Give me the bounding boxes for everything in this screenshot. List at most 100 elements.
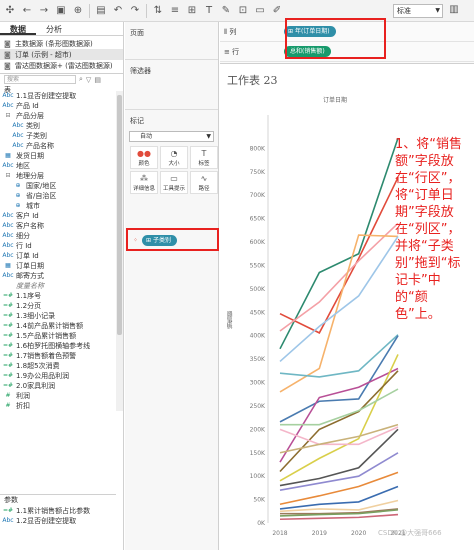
field-label: 1.2分页	[16, 302, 42, 310]
filter-icon[interactable]: ▽	[86, 76, 91, 84]
field-item[interactable]: # 折扣	[0, 401, 116, 411]
field-item[interactable]: ⊟ 产品分层	[0, 111, 116, 121]
size-icon: ◔	[170, 148, 178, 158]
mark-button-label: 工具提示	[162, 185, 185, 192]
field-item[interactable]: Abc 行 Id	[0, 241, 116, 251]
undo-icon[interactable]: ↶	[112, 5, 124, 17]
sort-icon[interactable]: ≡	[169, 5, 181, 17]
y-tick-label: 200K	[250, 426, 266, 433]
field-item[interactable]: Abc 地区	[0, 161, 116, 171]
y-tick-label: 300K	[250, 380, 266, 387]
back-icon[interactable]: ←	[21, 5, 33, 17]
field-label: 客户 Id	[16, 212, 39, 220]
mark-type-select[interactable]: 自动 ▼	[129, 131, 214, 142]
field-label: 订单日期	[16, 262, 44, 270]
series-line-13[interactable]	[279, 428, 399, 487]
series-line-5[interactable]	[279, 334, 399, 378]
datasource-item-selected[interactable]: ◙ 订单 (示例 - 超市)	[0, 49, 123, 60]
redo-icon[interactable]: ↷	[129, 5, 141, 17]
field-item[interactable]: Abc 客户 Id	[0, 211, 116, 221]
field-label: 利润	[16, 392, 30, 400]
field-item[interactable]: Abc 1.1显否创建空提取	[0, 91, 116, 101]
pages-card[interactable]: 页面	[125, 22, 218, 60]
field-item[interactable]: =# 1.9办公用品利润	[0, 371, 116, 381]
field-item[interactable]: 度量名称	[0, 281, 116, 291]
field-item[interactable]: ⊟ 地理分层	[0, 171, 116, 181]
mark-button-tooltip[interactable]: ▭ 工具提示	[160, 171, 188, 194]
field-type-icon: =#	[2, 322, 14, 329]
pen-icon[interactable]: ✐	[271, 5, 283, 17]
parameter-item[interactable]: =# 1.1累计销售额占比参数	[0, 506, 116, 516]
field-item[interactable]: Abc 邮寄方式	[0, 271, 116, 281]
series-line-9[interactable]	[279, 370, 399, 473]
label-icon: T	[201, 148, 207, 158]
datasource-label: 主数据源 (条形图数据源)	[15, 39, 93, 48]
field-item[interactable]: =# 1.1序号	[0, 291, 116, 301]
mark-button-size[interactable]: ◔ 大小	[160, 146, 188, 169]
field-label: 1.4前产品累计销售额	[16, 322, 84, 330]
toolbar-divider	[89, 3, 90, 18]
show-me-icon[interactable]: ▥	[448, 4, 460, 16]
mark-button-color[interactable]: ●● 颜色	[130, 146, 158, 169]
group-icon[interactable]: ⊞	[186, 5, 198, 17]
tab-data[interactable]: 数据	[0, 22, 36, 35]
field-item[interactable]: =# 2.0家具利润	[0, 381, 116, 391]
field-item[interactable]: ⊕ 省/自治区	[0, 191, 116, 201]
field-label: 折扣	[16, 402, 30, 410]
new-sheet-icon[interactable]: ▤	[95, 5, 107, 17]
tableau-logo-icon[interactable]: ✣	[4, 5, 16, 17]
field-item[interactable]: ▦ 发货日期	[0, 151, 116, 161]
field-item[interactable]: Abc 类别	[0, 121, 116, 131]
field-item[interactable]: =# 1.3细小记录	[0, 311, 116, 321]
field-item[interactable]: Abc 客户名称	[0, 221, 116, 231]
field-label: 类别	[26, 122, 40, 130]
field-item[interactable]: ⊕ 城市	[0, 201, 116, 211]
mark-button-detail[interactable]: ⁂ 详细信息	[130, 171, 158, 194]
fit-icon[interactable]: ⊡	[237, 5, 249, 17]
field-item[interactable]: ⊕ 国家/地区	[0, 181, 116, 191]
parameter-item[interactable]: Abc 1.2显否创建空提取	[0, 516, 116, 526]
field-item[interactable]: =# 1.2分页	[0, 301, 116, 311]
present-icon[interactable]: ▭	[254, 5, 266, 17]
view-options-icon[interactable]: ▤	[94, 76, 101, 84]
data-pane-tabs: 数据 分析	[0, 22, 123, 36]
tab-analysis[interactable]: 分析	[36, 22, 72, 35]
datasource-item[interactable]: ◙ 主数据源 (条形图数据源)	[0, 38, 123, 49]
series-line-1[interactable]	[279, 177, 399, 334]
field-item[interactable]: =# 1.5产品累计销售额	[0, 331, 116, 341]
field-item[interactable]: =# 1.8超5次消费	[0, 361, 116, 371]
swap-icon[interactable]: ⇅	[152, 5, 164, 17]
mark-button-path[interactable]: ∿ 路径	[190, 171, 218, 194]
field-list-scrollbar[interactable]	[116, 91, 123, 411]
datasource-item[interactable]: ◙ 雷达图数据源+ (雷达图数据源)	[0, 60, 123, 71]
series-line-10[interactable]	[280, 388, 399, 426]
field-item[interactable]: =# 1.7销售额着色预警	[0, 351, 116, 361]
highlight-icon[interactable]: ✎	[220, 5, 232, 17]
field-item[interactable]: =# 1.4前产品累计销售额	[0, 321, 116, 331]
save-icon[interactable]: ▣	[55, 5, 67, 17]
series-line-6[interactable]	[279, 335, 399, 423]
parameters-title: 参数	[4, 496, 18, 504]
label-icon[interactable]: T	[203, 5, 215, 17]
field-item[interactable]: =# 1.6柏罗托图横轴参考线	[0, 341, 116, 351]
series-line-17[interactable]	[279, 499, 399, 513]
fit-select[interactable]: 标准 ▼	[393, 4, 443, 18]
field-item[interactable]: Abc 子类别	[0, 131, 116, 141]
forward-icon[interactable]: →	[38, 5, 50, 17]
mark-button-label[interactable]: T 标签	[190, 146, 218, 169]
scrollbar-thumb[interactable]	[117, 95, 122, 335]
field-item[interactable]: Abc 产品名称	[0, 141, 116, 151]
field-item[interactable]: Abc 产品 Id	[0, 101, 116, 111]
add-datasource-icon[interactable]: ⊕	[72, 5, 84, 17]
filters-card[interactable]: 筛选器	[125, 60, 218, 110]
field-item[interactable]: Abc 订单 Id	[0, 251, 116, 261]
series-line-16[interactable]	[279, 485, 399, 510]
field-search-input[interactable]: 搜索	[4, 75, 76, 84]
tooltip-icon: ▭	[170, 173, 178, 183]
field-item[interactable]: Abc 细分	[0, 231, 116, 241]
field-item[interactable]: ▦ 订单日期	[0, 261, 116, 271]
series-line-15[interactable]	[279, 471, 399, 506]
instruction-annotation: 1、将“销售额”字段放在“行区”，将“订单日期”字段放在“列区”，并将“子类别”…	[395, 137, 463, 322]
parameter-label: 1.1累计销售额占比参数	[16, 507, 91, 515]
field-item[interactable]: # 利润	[0, 391, 116, 401]
